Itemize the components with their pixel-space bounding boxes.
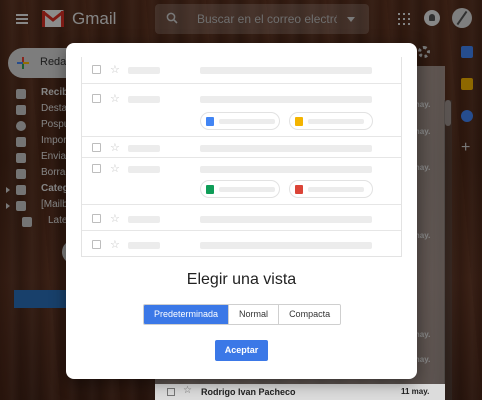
preview-placeholder bbox=[200, 145, 372, 152]
preview-checkbox-icon bbox=[92, 143, 101, 152]
preview-placeholder bbox=[128, 145, 160, 152]
sheets-icon bbox=[206, 185, 214, 194]
attachment-chip bbox=[200, 112, 280, 130]
preview-placeholder bbox=[128, 216, 160, 223]
preview-row: ☆ bbox=[82, 231, 401, 256]
preview-placeholder bbox=[219, 119, 275, 124]
preview-star-icon: ☆ bbox=[110, 142, 120, 154]
preview-row: ☆ bbox=[82, 205, 401, 231]
preview-checkbox-icon bbox=[92, 65, 101, 74]
preview-placeholder bbox=[128, 67, 160, 74]
attachment-chip bbox=[289, 180, 373, 198]
view-preview: ☆ ☆ ☆ ☆ ☆ ☆ bbox=[81, 57, 402, 257]
preview-placeholder bbox=[200, 242, 372, 249]
preview-checkbox-icon bbox=[92, 94, 101, 103]
preview-row: ☆ bbox=[82, 84, 401, 137]
row-sender: Rodrigo Ivan Pacheco bbox=[201, 387, 296, 397]
attachment-chip bbox=[289, 112, 373, 130]
density-picker-dialog: ☆ ☆ ☆ ☆ ☆ ☆ Elegir una vista Predetermin… bbox=[66, 43, 417, 379]
preview-star-icon: ☆ bbox=[110, 93, 120, 105]
dialog-title: Elegir una vista bbox=[186, 271, 297, 288]
preview-checkbox-icon bbox=[92, 240, 101, 249]
preview-row: ☆ bbox=[82, 137, 401, 158]
slides-icon bbox=[295, 117, 303, 126]
preview-placeholder bbox=[200, 216, 372, 223]
density-segmented-control: Predeterminada Normal Compacta bbox=[143, 304, 342, 325]
preview-row: ☆ bbox=[82, 57, 401, 84]
option-compact[interactable]: Compacta bbox=[279, 305, 341, 324]
option-default[interactable]: Predeterminada bbox=[144, 305, 230, 324]
row-checkbox[interactable] bbox=[167, 388, 175, 396]
image-icon bbox=[295, 185, 303, 194]
preview-star-icon: ☆ bbox=[110, 239, 120, 251]
preview-row: ☆ bbox=[82, 158, 401, 205]
preview-star-icon: ☆ bbox=[110, 213, 120, 225]
attachment-chip bbox=[200, 180, 280, 198]
row-date: 11 may. bbox=[401, 387, 430, 396]
preview-placeholder bbox=[200, 166, 372, 173]
table-row[interactable]: ☆ Rodrigo Ivan Pacheco 11 may. bbox=[155, 384, 445, 400]
option-comfortable[interactable]: Normal bbox=[229, 305, 280, 324]
preview-checkbox-icon bbox=[92, 164, 101, 173]
preview-placeholder bbox=[308, 187, 364, 192]
preview-placeholder bbox=[128, 166, 160, 173]
preview-placeholder bbox=[128, 242, 160, 249]
preview-placeholder bbox=[128, 96, 160, 103]
docs-icon bbox=[206, 117, 214, 126]
accept-button[interactable]: Aceptar bbox=[215, 340, 268, 361]
star-icon[interactable]: ☆ bbox=[183, 385, 192, 396]
preview-placeholder bbox=[200, 96, 372, 103]
preview-placeholder bbox=[308, 119, 364, 124]
preview-star-icon: ☆ bbox=[110, 64, 120, 76]
preview-star-icon: ☆ bbox=[110, 163, 120, 175]
preview-placeholder bbox=[219, 187, 275, 192]
preview-placeholder bbox=[200, 67, 372, 74]
preview-checkbox-icon bbox=[92, 214, 101, 223]
